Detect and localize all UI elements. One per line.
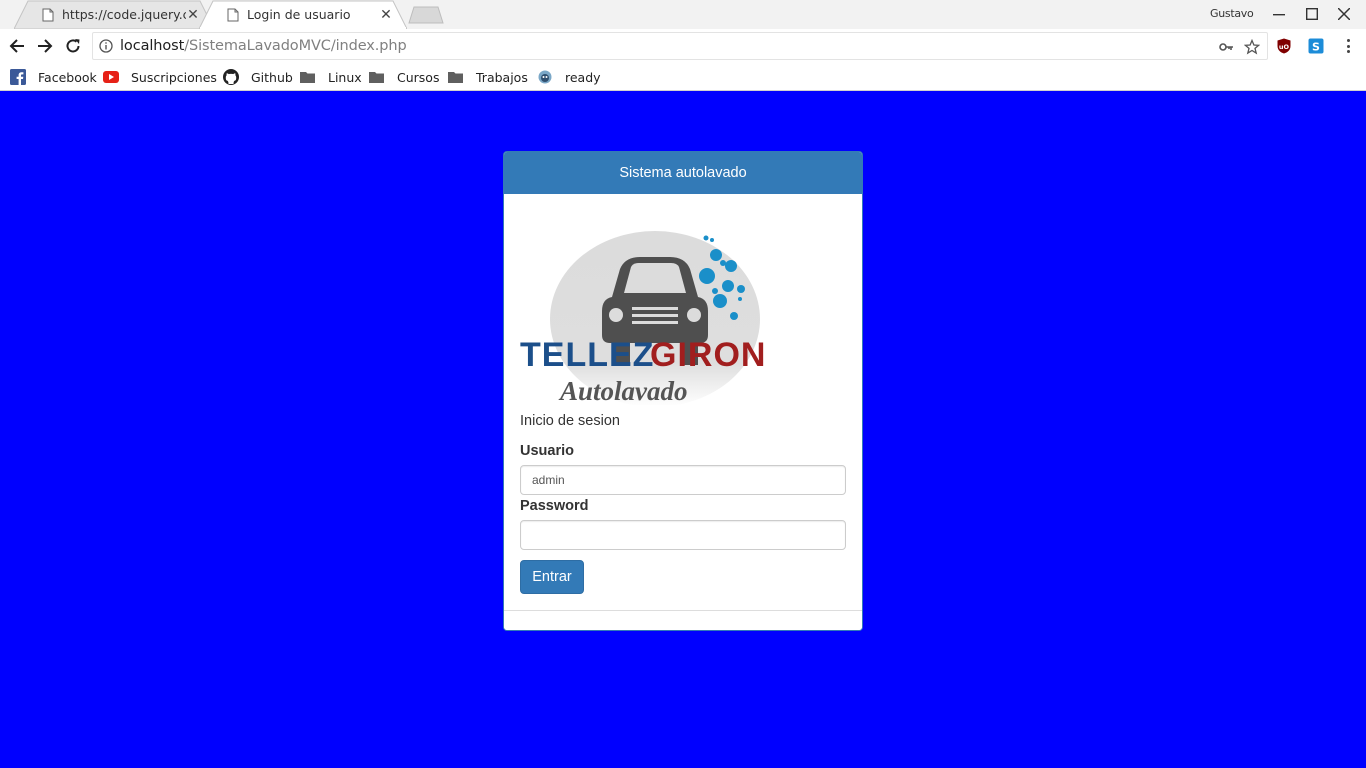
bookmark-folder-trabajos[interactable]: Trabajos	[448, 67, 528, 87]
page-icon	[42, 8, 54, 21]
url-host: localhost	[120, 38, 185, 54]
login-subtitle: Inicio de sesion	[520, 413, 620, 429]
bookmark-label: ready	[565, 69, 601, 85]
username-label: Usuario	[520, 443, 574, 459]
panel-title: Sistema autolavado	[504, 152, 862, 194]
profile-name[interactable]: Gustavo	[1210, 7, 1254, 20]
bookmark-folder-cursos[interactable]: Cursos	[369, 67, 439, 87]
browser-toolbar: localhost/SistemaLavadoMVC/index.php uO …	[0, 29, 1366, 63]
username-input[interactable]	[520, 465, 846, 495]
folder-icon	[448, 69, 464, 85]
bookmark-suscripciones[interactable]: Suscripciones	[103, 67, 217, 87]
bookmark-label: Cursos	[397, 69, 440, 85]
bookmark-github[interactable]: Github	[223, 67, 293, 87]
minimize-icon[interactable]	[1267, 4, 1291, 24]
url-path: /SistemaLavadoMVC/index.php	[184, 38, 407, 54]
ublock-icon[interactable]: uO	[1276, 38, 1292, 54]
bookmark-label: Suscripciones	[131, 69, 217, 85]
reload-icon[interactable]	[62, 35, 84, 57]
bookmark-label: Facebook	[38, 69, 97, 85]
svg-text:S: S	[1312, 41, 1320, 54]
skype-icon[interactable]: S	[1308, 38, 1324, 54]
tellezgiron-logo: TELLEZ GIRON Autolavado	[520, 231, 766, 405]
bookmark-facebook[interactable]: Facebook	[10, 67, 97, 87]
close-icon[interactable]: ✕	[379, 6, 393, 22]
password-input[interactable]	[520, 520, 846, 550]
logo-tagline: Autolavado	[558, 376, 688, 405]
new-tab-button[interactable]	[408, 6, 444, 24]
facebook-icon	[10, 69, 26, 85]
url-text: localhost/SistemaLavadoMVC/index.php	[120, 38, 407, 54]
panel-footer	[504, 610, 862, 630]
logo-brand-right: GIRON	[650, 336, 766, 374]
login-panel: Sistema autolavado TELLEZ GIRON Autolava…	[503, 151, 863, 631]
bookmark-label: Trabajos	[476, 69, 528, 85]
tab-strip: https://code.jquery.com/ ✕ Login de usua…	[0, 0, 1366, 29]
close-icon[interactable]: ✕	[186, 6, 200, 22]
tab-title: Login de usuario	[247, 7, 351, 22]
info-icon[interactable]	[99, 39, 113, 53]
address-bar[interactable]: localhost/SistemaLavadoMVC/index.php	[92, 32, 1268, 60]
bookmark-ready[interactable]: ready	[537, 67, 601, 87]
key-icon[interactable]	[1218, 39, 1234, 55]
login-button[interactable]: Entrar	[520, 560, 584, 594]
svg-text:uO: uO	[1279, 43, 1290, 51]
ready-icon	[537, 69, 553, 85]
bookmark-folder-linux[interactable]: Linux	[300, 67, 362, 87]
page-icon	[227, 8, 239, 21]
bookmark-label: Linux	[328, 69, 362, 85]
menu-dots-icon[interactable]	[1340, 37, 1356, 55]
logo-brand-left: TELLEZ	[520, 336, 654, 374]
tab-title: https://code.jquery.com/	[62, 7, 186, 22]
tab-jquery[interactable]: https://code.jquery.com/ ✕	[14, 0, 214, 29]
maximize-icon[interactable]	[1300, 4, 1324, 24]
close-window-icon[interactable]	[1332, 4, 1356, 24]
youtube-icon	[103, 69, 119, 85]
tab-login[interactable]: Login de usuario ✕	[199, 0, 407, 29]
github-icon	[223, 69, 239, 85]
back-arrow-icon[interactable]	[6, 35, 28, 57]
password-label: Password	[520, 498, 589, 514]
star-icon[interactable]	[1244, 39, 1260, 55]
folder-icon	[300, 69, 316, 85]
forward-arrow-icon[interactable]	[34, 35, 56, 57]
bookmarks-bar: Facebook Suscripciones Github Linux Curs…	[0, 63, 1366, 91]
bookmark-label: Github	[251, 69, 293, 85]
folder-icon	[369, 69, 385, 85]
